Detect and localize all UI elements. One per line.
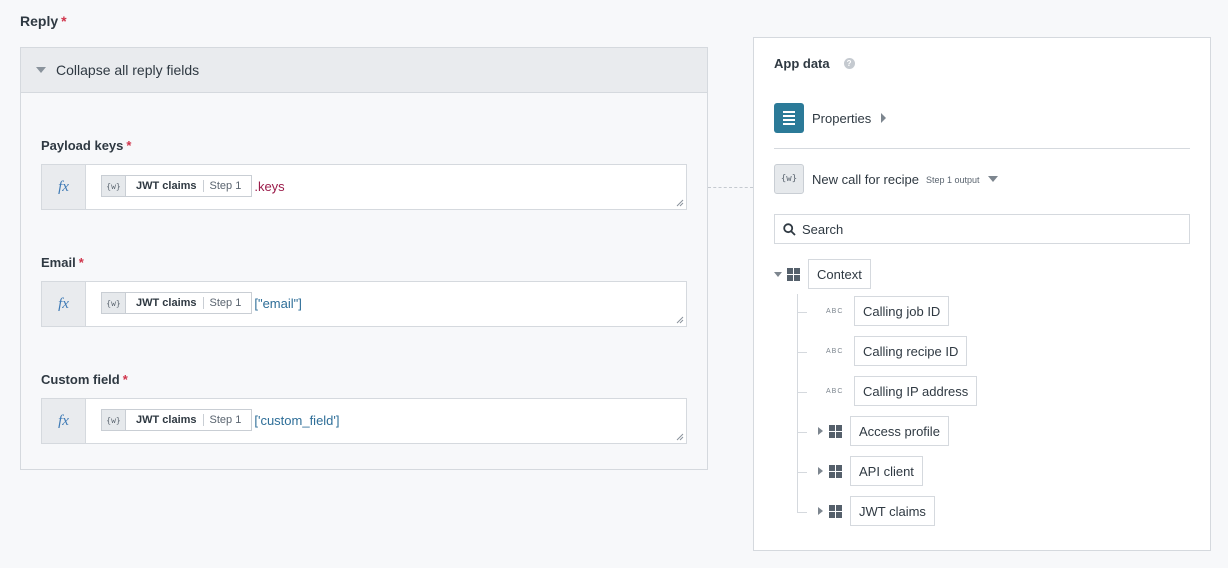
workato-pill-icon: {w} <box>102 176 126 196</box>
workato-pill-icon: {w} <box>102 410 126 430</box>
field-custom-field: Custom field * fx {w} JWT claims Step 1 [… <box>41 372 687 444</box>
pill-step: Step 1 <box>209 297 242 309</box>
workato-pill-icon: {w} <box>102 293 126 313</box>
tree-node[interactable]: ABC Calling recipe ID <box>826 336 968 366</box>
tree-node[interactable]: ABC Calling job ID <box>826 296 950 326</box>
tree-node-context[interactable]: Context <box>774 259 871 289</box>
tree-node-label[interactable]: JWT claims <box>850 496 935 526</box>
field-payload-keys: Payload keys * fx {w} JWT claims Step 1 .… <box>41 138 687 210</box>
resize-handle-icon[interactable] <box>676 433 684 441</box>
datapill[interactable]: {w} JWT claims Step 1 <box>101 175 253 197</box>
list-icon <box>774 103 804 133</box>
app-data-panel: App data ? Properties {w} New call for r… <box>753 37 1211 551</box>
datapill[interactable]: {w} JWT claims Step 1 <box>101 409 253 431</box>
divider <box>774 148 1190 149</box>
search-box <box>774 214 1190 244</box>
tree-node-label[interactable]: API client <box>850 456 923 486</box>
caret-down-icon <box>36 67 46 73</box>
chevron-down-icon <box>988 176 999 182</box>
formula-suffix: ["email"] <box>254 295 302 311</box>
pill-name: JWT claims <box>136 180 197 192</box>
tree-line <box>797 294 798 513</box>
tree-node[interactable]: API client <box>818 456 923 486</box>
help-icon[interactable]: ? <box>843 58 855 69</box>
required-mark: * <box>122 372 128 387</box>
reply-panel: Collapse all reply fields Payload keys * … <box>20 47 708 470</box>
text-type-icon: ABC <box>826 387 844 395</box>
tree-node-label[interactable]: Calling IP address <box>854 376 978 406</box>
pill-step: Step 1 <box>209 414 242 426</box>
object-icon <box>829 424 842 438</box>
properties-label: Properties <box>812 110 872 126</box>
formula-input[interactable]: fx {w} JWT claims Step 1 .keys <box>41 164 687 210</box>
formula-mode-icon[interactable]: fx <box>42 282 86 326</box>
tree-node-label[interactable]: Calling recipe ID <box>854 336 968 366</box>
object-icon <box>829 464 842 478</box>
field-label: Email <box>41 255 76 270</box>
collapse-all-toggle[interactable]: Collapse all reply fields <box>21 48 707 93</box>
formula-mode-icon[interactable]: fx <box>42 165 86 209</box>
caret-down-icon[interactable] <box>774 271 782 277</box>
tree-node-label[interactable]: Calling job ID <box>854 296 950 326</box>
object-icon <box>787 267 800 281</box>
formula-input[interactable]: fx {w} JWT claims Step 1 ['custom_field'… <box>41 398 687 444</box>
step-output-label: Step 1 output <box>925 175 980 185</box>
resize-handle-icon[interactable] <box>676 316 684 324</box>
reply-heading: Reply * <box>20 13 67 29</box>
call-label: New call for recipe <box>812 171 919 187</box>
app-data-title: App data <box>774 56 830 71</box>
datapill[interactable]: {w} JWT claims Step 1 <box>101 292 253 314</box>
tree-node[interactable]: ABC Calling IP address <box>826 376 978 406</box>
tree-node-label[interactable]: Context <box>808 259 871 289</box>
workato-step-icon: {w} <box>774 164 804 194</box>
caret-right-icon[interactable] <box>818 507 823 515</box>
required-mark: * <box>126 138 132 153</box>
pill-name: JWT claims <box>136 297 197 309</box>
caret-right-icon[interactable] <box>818 427 823 435</box>
tree-node[interactable]: JWT claims <box>818 496 935 526</box>
required-mark: * <box>78 255 84 270</box>
text-type-icon: ABC <box>826 307 844 315</box>
caret-right-icon <box>881 113 887 123</box>
field-email: Email * fx {w} JWT claims Step 1 ["email"… <box>41 255 687 327</box>
search-input[interactable] <box>802 221 1182 237</box>
field-label: Custom field <box>41 372 120 387</box>
formula-suffix: ['custom_field'] <box>254 412 340 428</box>
collapse-label: Collapse all reply fields <box>56 62 200 78</box>
formula-suffix: .keys <box>254 178 285 194</box>
object-icon <box>829 504 842 518</box>
caret-right-icon[interactable] <box>818 467 823 475</box>
formula-input[interactable]: fx {w} JWT claims Step 1 ["email"] <box>41 281 687 327</box>
step-output-selector[interactable]: {w} New call for recipe Step 1 output <box>774 164 999 194</box>
search-icon <box>783 222 796 236</box>
text-type-icon: ABC <box>826 347 844 355</box>
tree-node[interactable]: Access profile <box>818 416 949 446</box>
panel-connector <box>708 187 753 188</box>
reply-label: Reply <box>20 13 59 29</box>
resize-handle-icon[interactable] <box>676 199 684 207</box>
pill-name: JWT claims <box>136 414 197 426</box>
required-mark: * <box>61 13 67 29</box>
properties-item[interactable]: Properties <box>774 103 887 133</box>
tree-node-label[interactable]: Access profile <box>850 416 949 446</box>
pill-step: Step 1 <box>209 180 242 192</box>
field-label: Payload keys <box>41 138 124 153</box>
formula-mode-icon[interactable]: fx <box>42 399 86 443</box>
